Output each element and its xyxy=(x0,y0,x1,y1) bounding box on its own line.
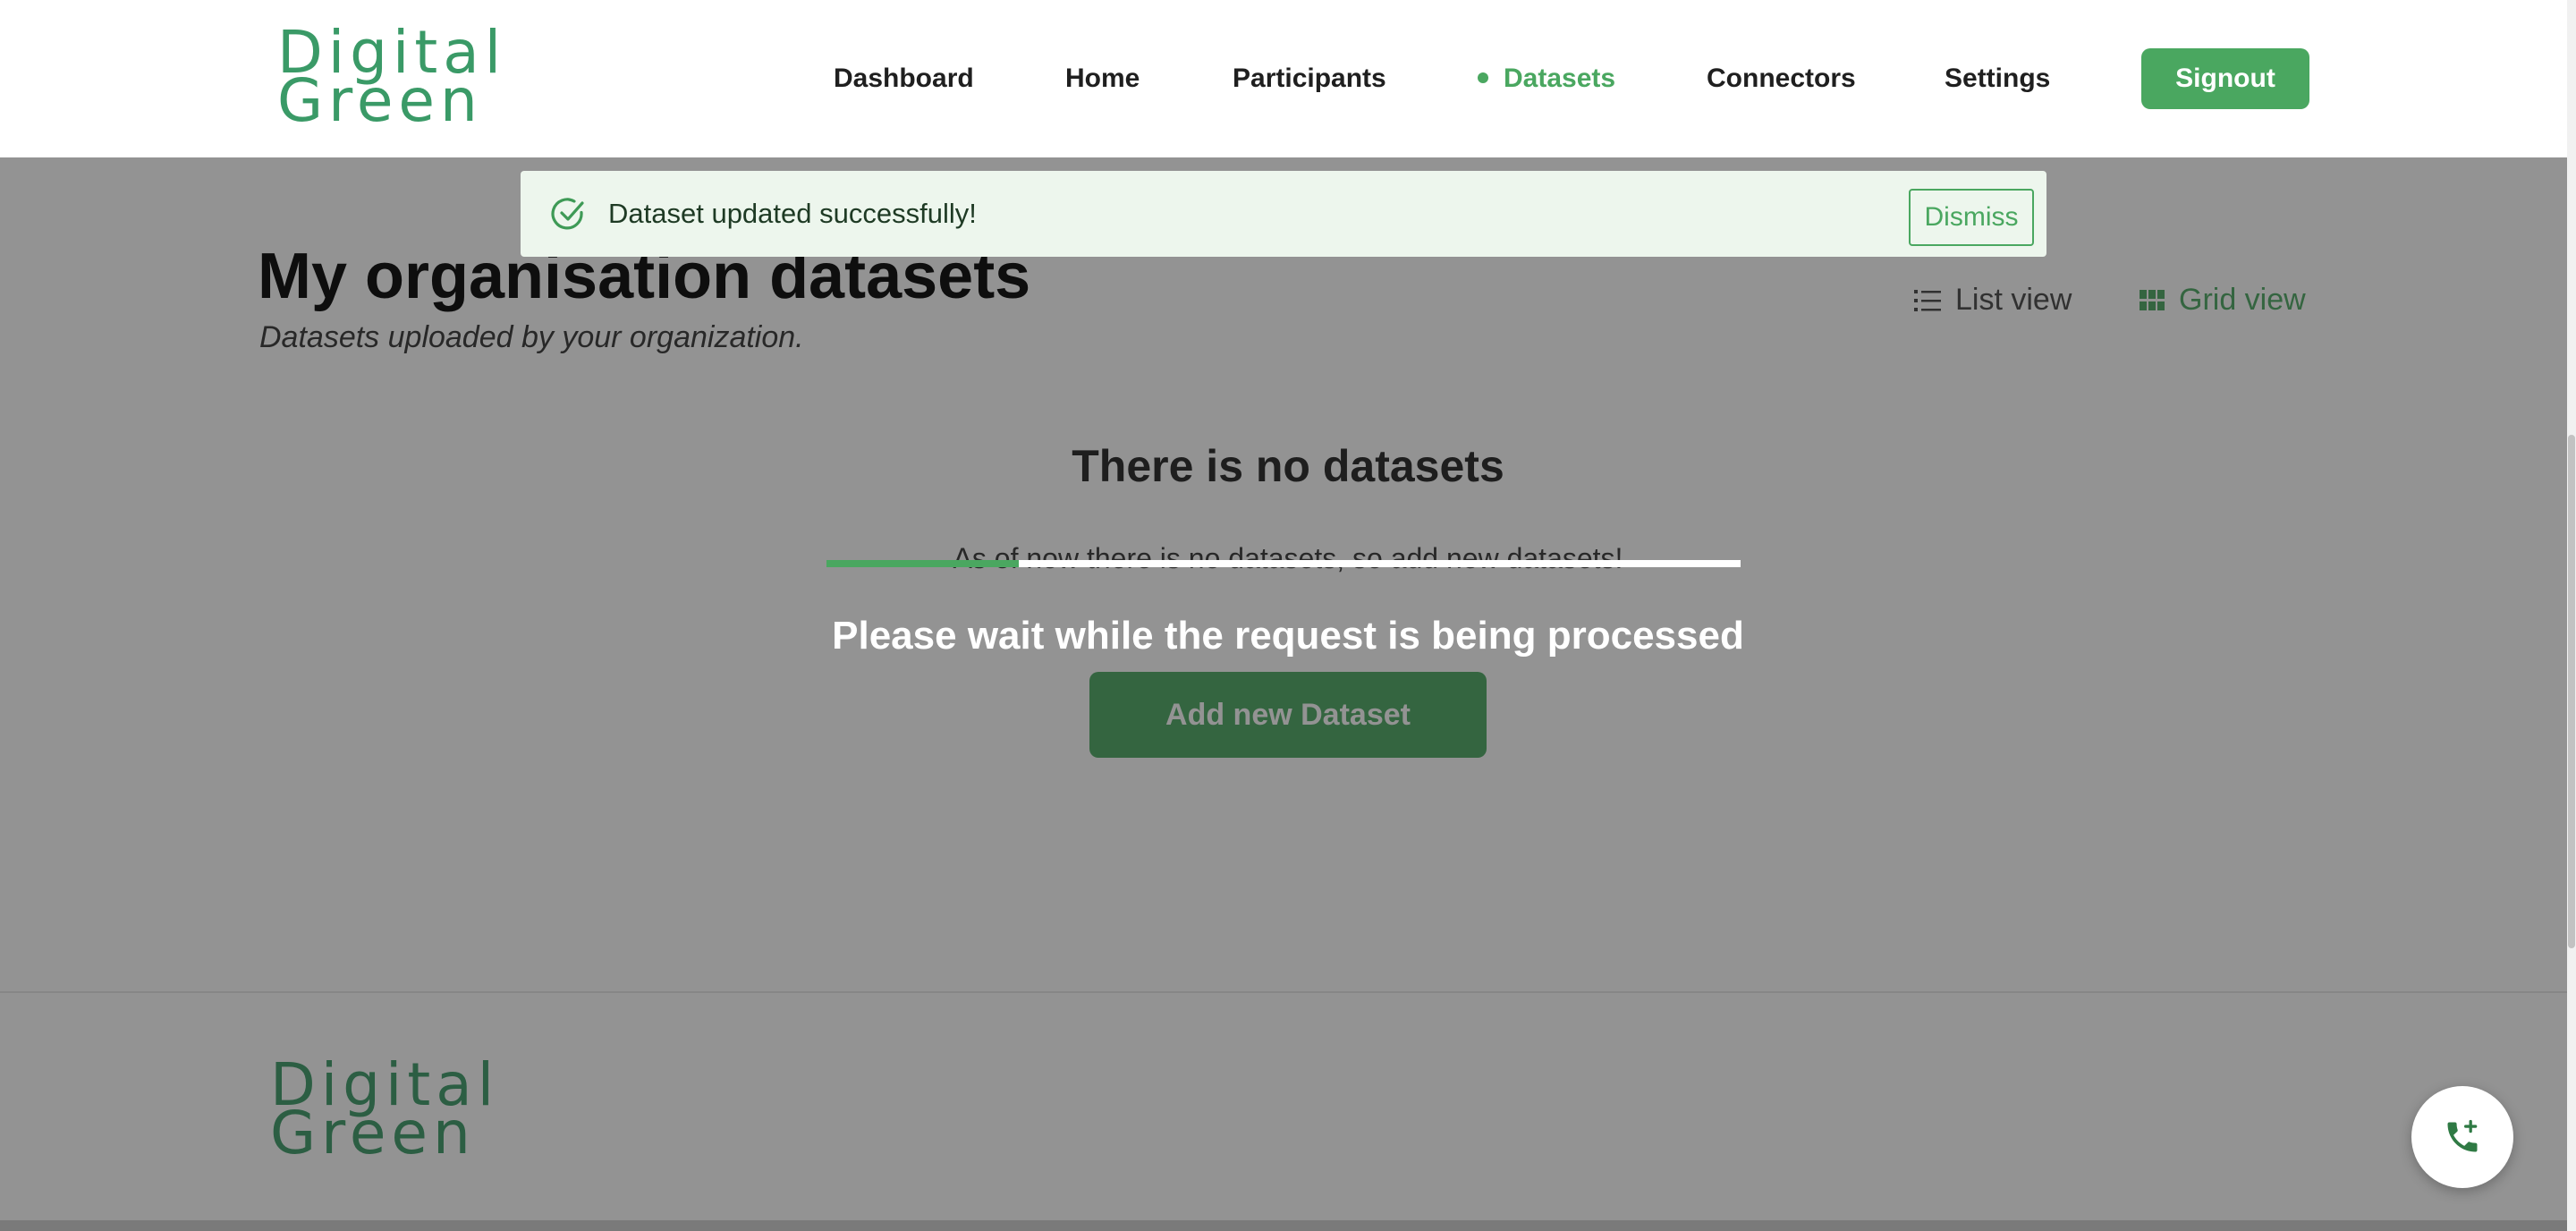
progress-bar xyxy=(826,560,1741,567)
phone-add-icon xyxy=(2447,1119,2478,1152)
signout-button[interactable]: Signout xyxy=(2141,48,2309,109)
scrollbar-thumb[interactable] xyxy=(2568,435,2575,948)
processing-message: Please wait while the request is being p… xyxy=(832,614,1744,658)
toast-message: Dataset updated successfully! xyxy=(608,198,977,229)
loading-overlay: Please wait while the request is being p… xyxy=(0,157,2567,1231)
dismiss-button[interactable]: Dismiss xyxy=(1909,189,2034,246)
progress-bar-fill xyxy=(826,560,1019,567)
nav-item-settings[interactable]: Settings xyxy=(1945,64,2050,94)
nav-item-participants[interactable]: Participants xyxy=(1233,64,1386,94)
nav-item-datasets[interactable]: Datasets xyxy=(1504,64,1615,94)
active-nav-indicator xyxy=(1478,72,1488,83)
logo-line-2: Green xyxy=(277,66,483,135)
top-header: Digital Green Dashboard Home Participant… xyxy=(0,0,2576,157)
nav-item-home[interactable]: Home xyxy=(1065,64,1140,94)
success-toast: Dataset updated successfully! Dismiss xyxy=(521,171,2046,257)
nav-item-connectors[interactable]: Connectors xyxy=(1707,64,1856,94)
call-support-button[interactable] xyxy=(2411,1086,2513,1188)
page-scrollbar[interactable] xyxy=(2567,0,2576,1231)
nav-item-dashboard[interactable]: Dashboard xyxy=(834,64,974,94)
header-logo[interactable]: Digital Green xyxy=(277,23,506,135)
check-circle-icon xyxy=(551,198,584,230)
